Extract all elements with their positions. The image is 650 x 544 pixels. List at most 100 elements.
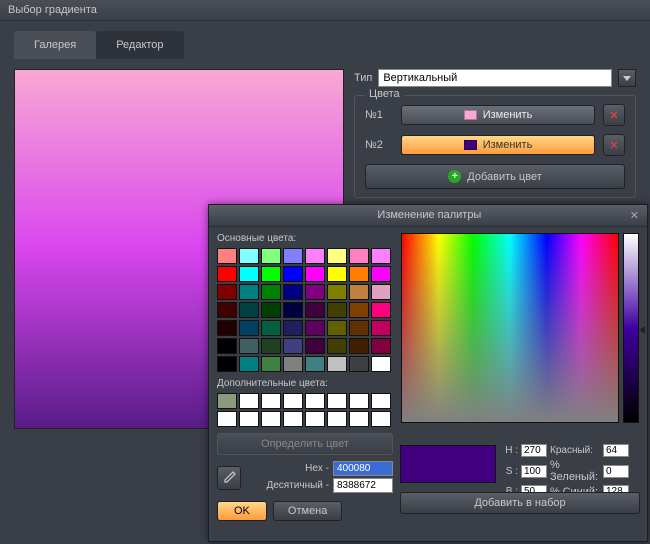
type-select[interactable] bbox=[378, 69, 612, 87]
custom-swatch[interactable] bbox=[327, 393, 347, 409]
basic-swatch[interactable] bbox=[217, 338, 237, 354]
basic-swatch[interactable] bbox=[239, 356, 259, 372]
basic-swatch[interactable] bbox=[261, 338, 281, 354]
basic-swatch[interactable] bbox=[327, 284, 347, 300]
basic-swatch[interactable] bbox=[305, 338, 325, 354]
custom-swatch[interactable] bbox=[217, 393, 237, 409]
basic-swatch[interactable] bbox=[239, 266, 259, 282]
custom-swatch[interactable] bbox=[261, 393, 281, 409]
basic-swatch[interactable] bbox=[371, 284, 391, 300]
basic-swatch[interactable] bbox=[217, 302, 237, 318]
basic-swatch[interactable] bbox=[217, 356, 237, 372]
basic-swatch[interactable] bbox=[349, 284, 369, 300]
add-color-button[interactable]: + Добавить цвет bbox=[365, 164, 625, 189]
basic-swatch[interactable] bbox=[305, 302, 325, 318]
basic-swatch[interactable] bbox=[349, 266, 369, 282]
basic-swatch[interactable] bbox=[261, 284, 281, 300]
r-input[interactable] bbox=[603, 444, 629, 457]
add-to-set-button[interactable]: Добавить в набор bbox=[400, 492, 640, 514]
basic-swatch[interactable] bbox=[239, 302, 259, 318]
basic-swatch[interactable] bbox=[239, 320, 259, 336]
custom-swatch[interactable] bbox=[305, 411, 325, 427]
selected-color-preview bbox=[400, 445, 496, 483]
basic-swatch[interactable] bbox=[305, 248, 325, 264]
custom-swatch[interactable] bbox=[305, 393, 325, 409]
basic-swatch[interactable] bbox=[371, 302, 391, 318]
type-dropdown-button[interactable] bbox=[618, 69, 636, 87]
basic-swatch[interactable] bbox=[283, 248, 303, 264]
basic-swatch[interactable] bbox=[261, 356, 281, 372]
window-title: Выбор градиента bbox=[0, 0, 650, 21]
basic-swatch[interactable] bbox=[239, 284, 259, 300]
basic-swatch[interactable] bbox=[283, 266, 303, 282]
color-field[interactable] bbox=[401, 233, 619, 423]
change-color-2-button[interactable]: Изменить bbox=[401, 135, 595, 155]
basic-swatch[interactable] bbox=[283, 284, 303, 300]
basic-swatch[interactable] bbox=[283, 338, 303, 354]
basic-swatch[interactable] bbox=[239, 338, 259, 354]
custom-swatch[interactable] bbox=[239, 411, 259, 427]
basic-swatch[interactable] bbox=[327, 320, 347, 336]
basic-swatch[interactable] bbox=[349, 248, 369, 264]
basic-swatch[interactable] bbox=[371, 266, 391, 282]
basic-swatch[interactable] bbox=[327, 266, 347, 282]
basic-swatch[interactable] bbox=[327, 338, 347, 354]
custom-swatch[interactable] bbox=[371, 411, 391, 427]
custom-swatch[interactable] bbox=[371, 393, 391, 409]
tab-editor[interactable]: Редактор bbox=[96, 31, 183, 59]
h-input[interactable] bbox=[521, 444, 547, 457]
basic-swatch[interactable] bbox=[283, 356, 303, 372]
decimal-input[interactable] bbox=[333, 478, 393, 493]
basic-swatch[interactable] bbox=[305, 320, 325, 336]
tab-gallery[interactable]: Галерея bbox=[14, 31, 96, 59]
custom-swatch[interactable] bbox=[239, 393, 259, 409]
hex-input[interactable] bbox=[333, 461, 393, 476]
basic-swatch[interactable] bbox=[371, 356, 391, 372]
basic-swatch[interactable] bbox=[327, 302, 347, 318]
g-input[interactable] bbox=[603, 465, 629, 478]
custom-swatch[interactable] bbox=[283, 411, 303, 427]
basic-swatch[interactable] bbox=[261, 248, 281, 264]
basic-swatch[interactable] bbox=[371, 338, 391, 354]
basic-swatch[interactable] bbox=[349, 356, 369, 372]
basic-swatch[interactable] bbox=[261, 266, 281, 282]
custom-swatch[interactable] bbox=[349, 393, 369, 409]
custom-swatch[interactable] bbox=[217, 411, 237, 427]
cancel-button[interactable]: Отмена bbox=[273, 501, 342, 521]
basic-swatch[interactable] bbox=[217, 248, 237, 264]
change-color-1-button[interactable]: Изменить bbox=[401, 105, 595, 125]
basic-swatch[interactable] bbox=[217, 320, 237, 336]
ok-button[interactable]: OK bbox=[217, 501, 267, 521]
basic-swatch[interactable] bbox=[327, 356, 347, 372]
basic-swatch[interactable] bbox=[261, 320, 281, 336]
custom-swatch[interactable] bbox=[349, 411, 369, 427]
basic-swatch[interactable] bbox=[217, 266, 237, 282]
basic-swatch[interactable] bbox=[305, 356, 325, 372]
s-input[interactable] bbox=[521, 465, 547, 478]
basic-swatch[interactable] bbox=[217, 284, 237, 300]
custom-swatch[interactable] bbox=[283, 393, 303, 409]
basic-swatch[interactable] bbox=[371, 320, 391, 336]
remove-color-1-button[interactable]: ✕ bbox=[603, 104, 625, 126]
remove-color-2-button[interactable]: ✕ bbox=[603, 134, 625, 156]
custom-swatch[interactable] bbox=[261, 411, 281, 427]
basic-swatch[interactable] bbox=[261, 302, 281, 318]
basic-swatch[interactable] bbox=[283, 302, 303, 318]
eyedropper-button[interactable] bbox=[217, 466, 241, 490]
custom-swatch[interactable] bbox=[327, 411, 347, 427]
basic-swatch[interactable] bbox=[305, 266, 325, 282]
r-label: Красный: bbox=[550, 445, 600, 456]
basic-swatch[interactable] bbox=[305, 284, 325, 300]
basic-swatch[interactable] bbox=[283, 320, 303, 336]
basic-swatch[interactable] bbox=[327, 248, 347, 264]
basic-swatch-grid bbox=[217, 248, 393, 372]
basic-swatch[interactable] bbox=[371, 248, 391, 264]
basic-swatch[interactable] bbox=[349, 320, 369, 336]
picker-close-button[interactable]: ✕ bbox=[630, 209, 639, 222]
chevron-down-icon bbox=[623, 76, 631, 81]
luminosity-slider[interactable] bbox=[623, 233, 639, 423]
slider-thumb-icon bbox=[639, 326, 645, 334]
basic-swatch[interactable] bbox=[349, 302, 369, 318]
basic-swatch[interactable] bbox=[239, 248, 259, 264]
basic-swatch[interactable] bbox=[349, 338, 369, 354]
